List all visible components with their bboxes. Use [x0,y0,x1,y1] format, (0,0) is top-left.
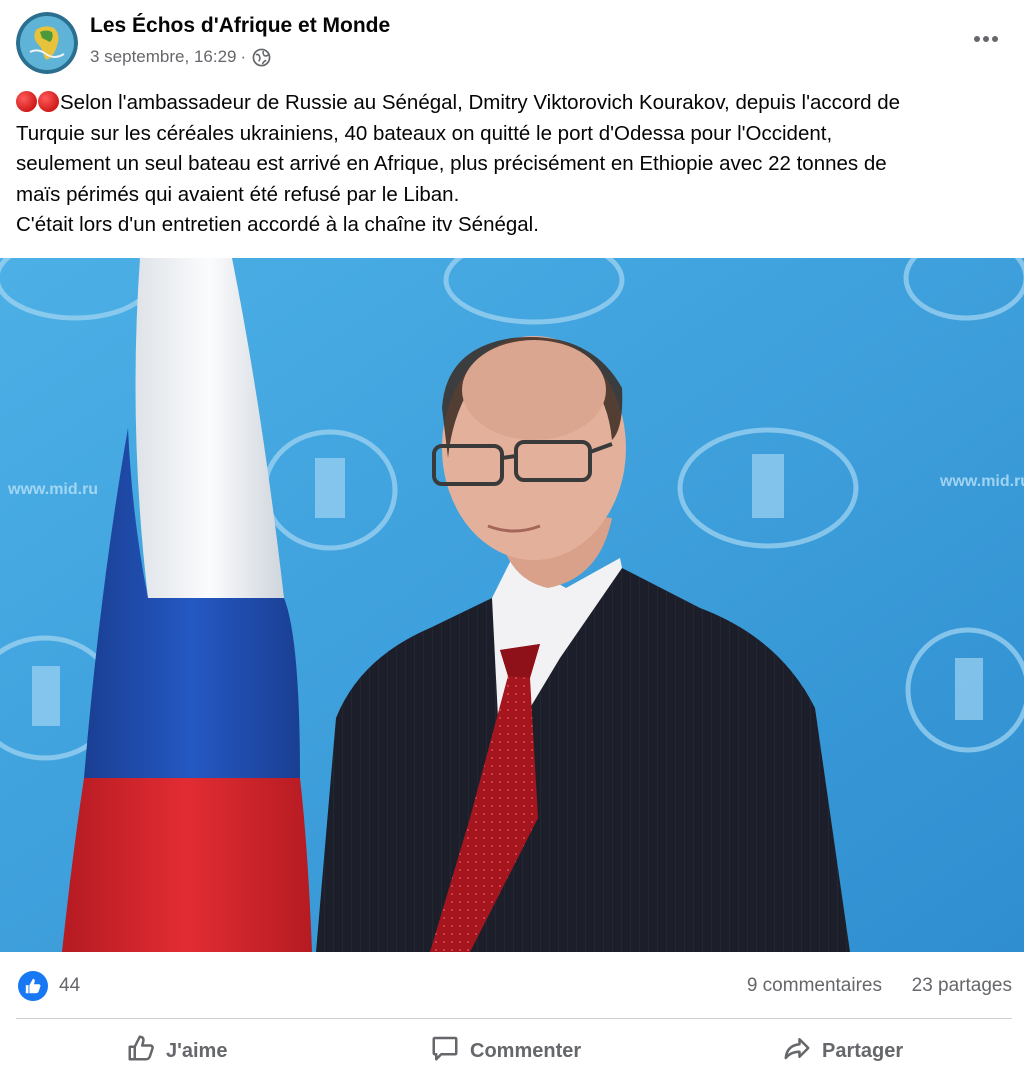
thumbs-up-icon[interactable] [18,971,48,1001]
comment-button[interactable]: Commenter [430,1030,581,1072]
globe-icon[interactable] [252,48,271,67]
page-name[interactable]: Les Échos d'Afrique et Monde [90,14,390,38]
red-circle-emoji [38,91,59,112]
more-dots-icon[interactable] [966,24,1006,54]
comment-button-label: Commenter [470,1039,582,1062]
post-meta: 3 septembre, 16:29 · [90,47,271,67]
post-text-line-1-content: Selon l'ambassadeur de Russie au Sénégal… [60,91,901,114]
post-text: Selon l'ambassadeur de Russie au Sénégal… [16,88,1016,241]
share-arrow-icon [782,1033,812,1069]
like-button-label: J'aime [166,1039,228,1062]
red-circle-emoji [16,91,37,112]
backdrop-watermark: www.mid.ru [7,481,98,498]
post-photo[interactable]: www.mid.ru www.mid.ru [0,258,1024,952]
post-actions: J'aime Commenter Partager [0,1024,1024,1078]
comments-count[interactable]: 9 commentaires [747,975,882,997]
share-button[interactable]: Partager [782,1030,903,1072]
thumbs-up-outline-icon [126,1033,156,1069]
share-button-label: Partager [822,1039,904,1062]
post-text-line-5: C'était lors d'un entretien accordé à la… [16,213,539,236]
reaction-stats: 44 9 commentaires 23 partages [0,960,1024,1012]
post-text-line-1: Selon l'ambassadeur de Russie au Sénégal… [16,88,1016,119]
shares-count[interactable]: 23 partages [912,975,1012,997]
backdrop-watermark: www.mid.ru [939,473,1024,490]
like-count[interactable]: 44 [59,975,80,997]
post-header: Les Échos d'Afrique et Monde 3 septembre… [0,0,1024,86]
comment-bubble-icon [430,1033,460,1069]
meta-separator: · [240,47,247,66]
like-button[interactable]: J'aime [126,1030,227,1072]
post-text-line-3: seulement un seul bateau est arrivé en A… [16,152,887,175]
post-timestamp[interactable]: 3 septembre, 16:29 [90,47,236,67]
post-text-line-2: Turquie sur les céréales ukrainiens, 40 … [16,121,833,145]
divider [16,1018,1012,1019]
post-text-line-4: maïs périmés qui avaient été refusé par … [16,182,460,206]
page-avatar[interactable] [16,12,78,74]
